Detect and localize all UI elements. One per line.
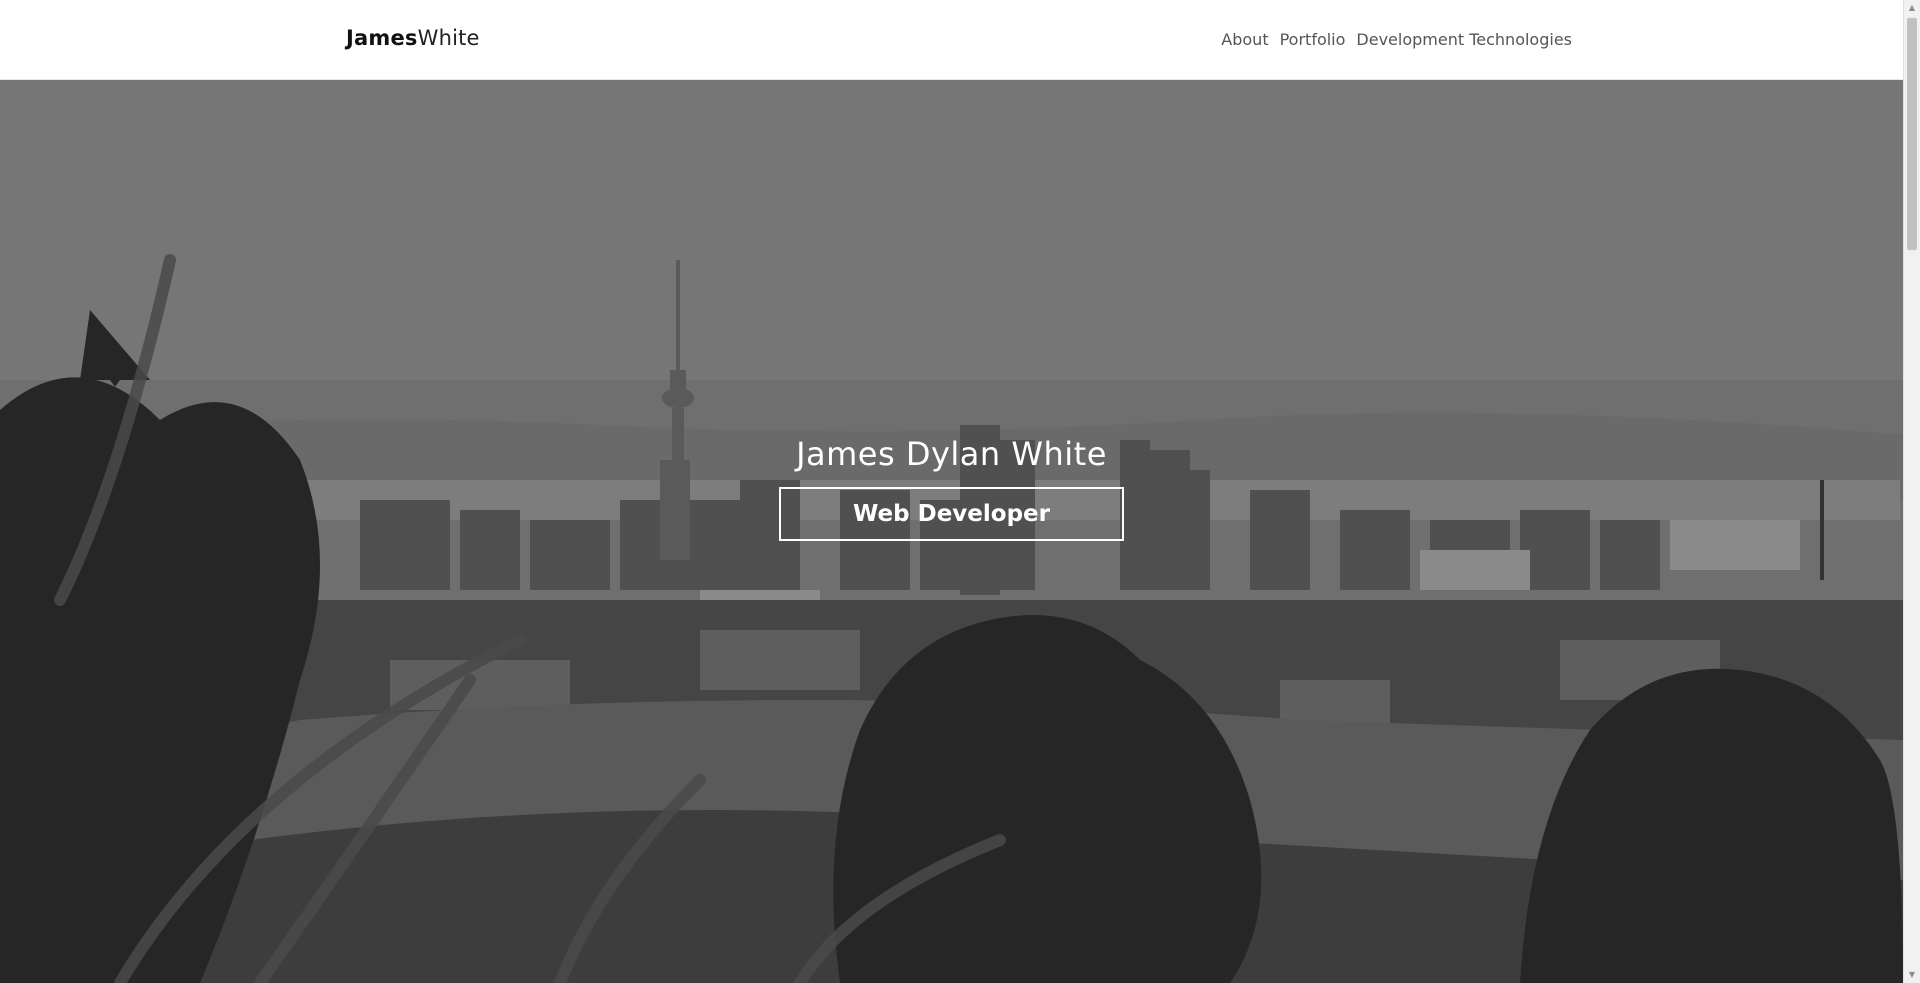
- brand-logo-link[interactable]: JamesWhite: [346, 26, 480, 50]
- brand-first-name: James: [346, 26, 418, 50]
- brand-last-name: White: [417, 26, 480, 50]
- arrow-up-icon[interactable]: ▲: [1904, 0, 1920, 16]
- hero-section: James Dylan White Web Developer: [0, 80, 1903, 983]
- arrow-down-icon[interactable]: ▼: [1904, 967, 1920, 983]
- nav-link-development-technologies[interactable]: Development Technologies: [1356, 30, 1572, 49]
- hero-role-badge: Web Developer: [779, 487, 1124, 541]
- vertical-scrollbar[interactable]: ▲ ▼: [1903, 0, 1920, 983]
- scrollbar-thumb[interactable]: [1907, 18, 1917, 250]
- hero-content: James Dylan White Web Developer: [0, 435, 1903, 541]
- page: JamesWhite About Portfolio Development T…: [0, 0, 1920, 983]
- navbar: JamesWhite About Portfolio Development T…: [0, 0, 1903, 80]
- hero-title: James Dylan White: [796, 435, 1107, 473]
- nav-link-about[interactable]: About: [1221, 30, 1268, 49]
- nav-links: About Portfolio Development Technologies: [1221, 30, 1572, 49]
- nav-link-portfolio[interactable]: Portfolio: [1280, 30, 1346, 49]
